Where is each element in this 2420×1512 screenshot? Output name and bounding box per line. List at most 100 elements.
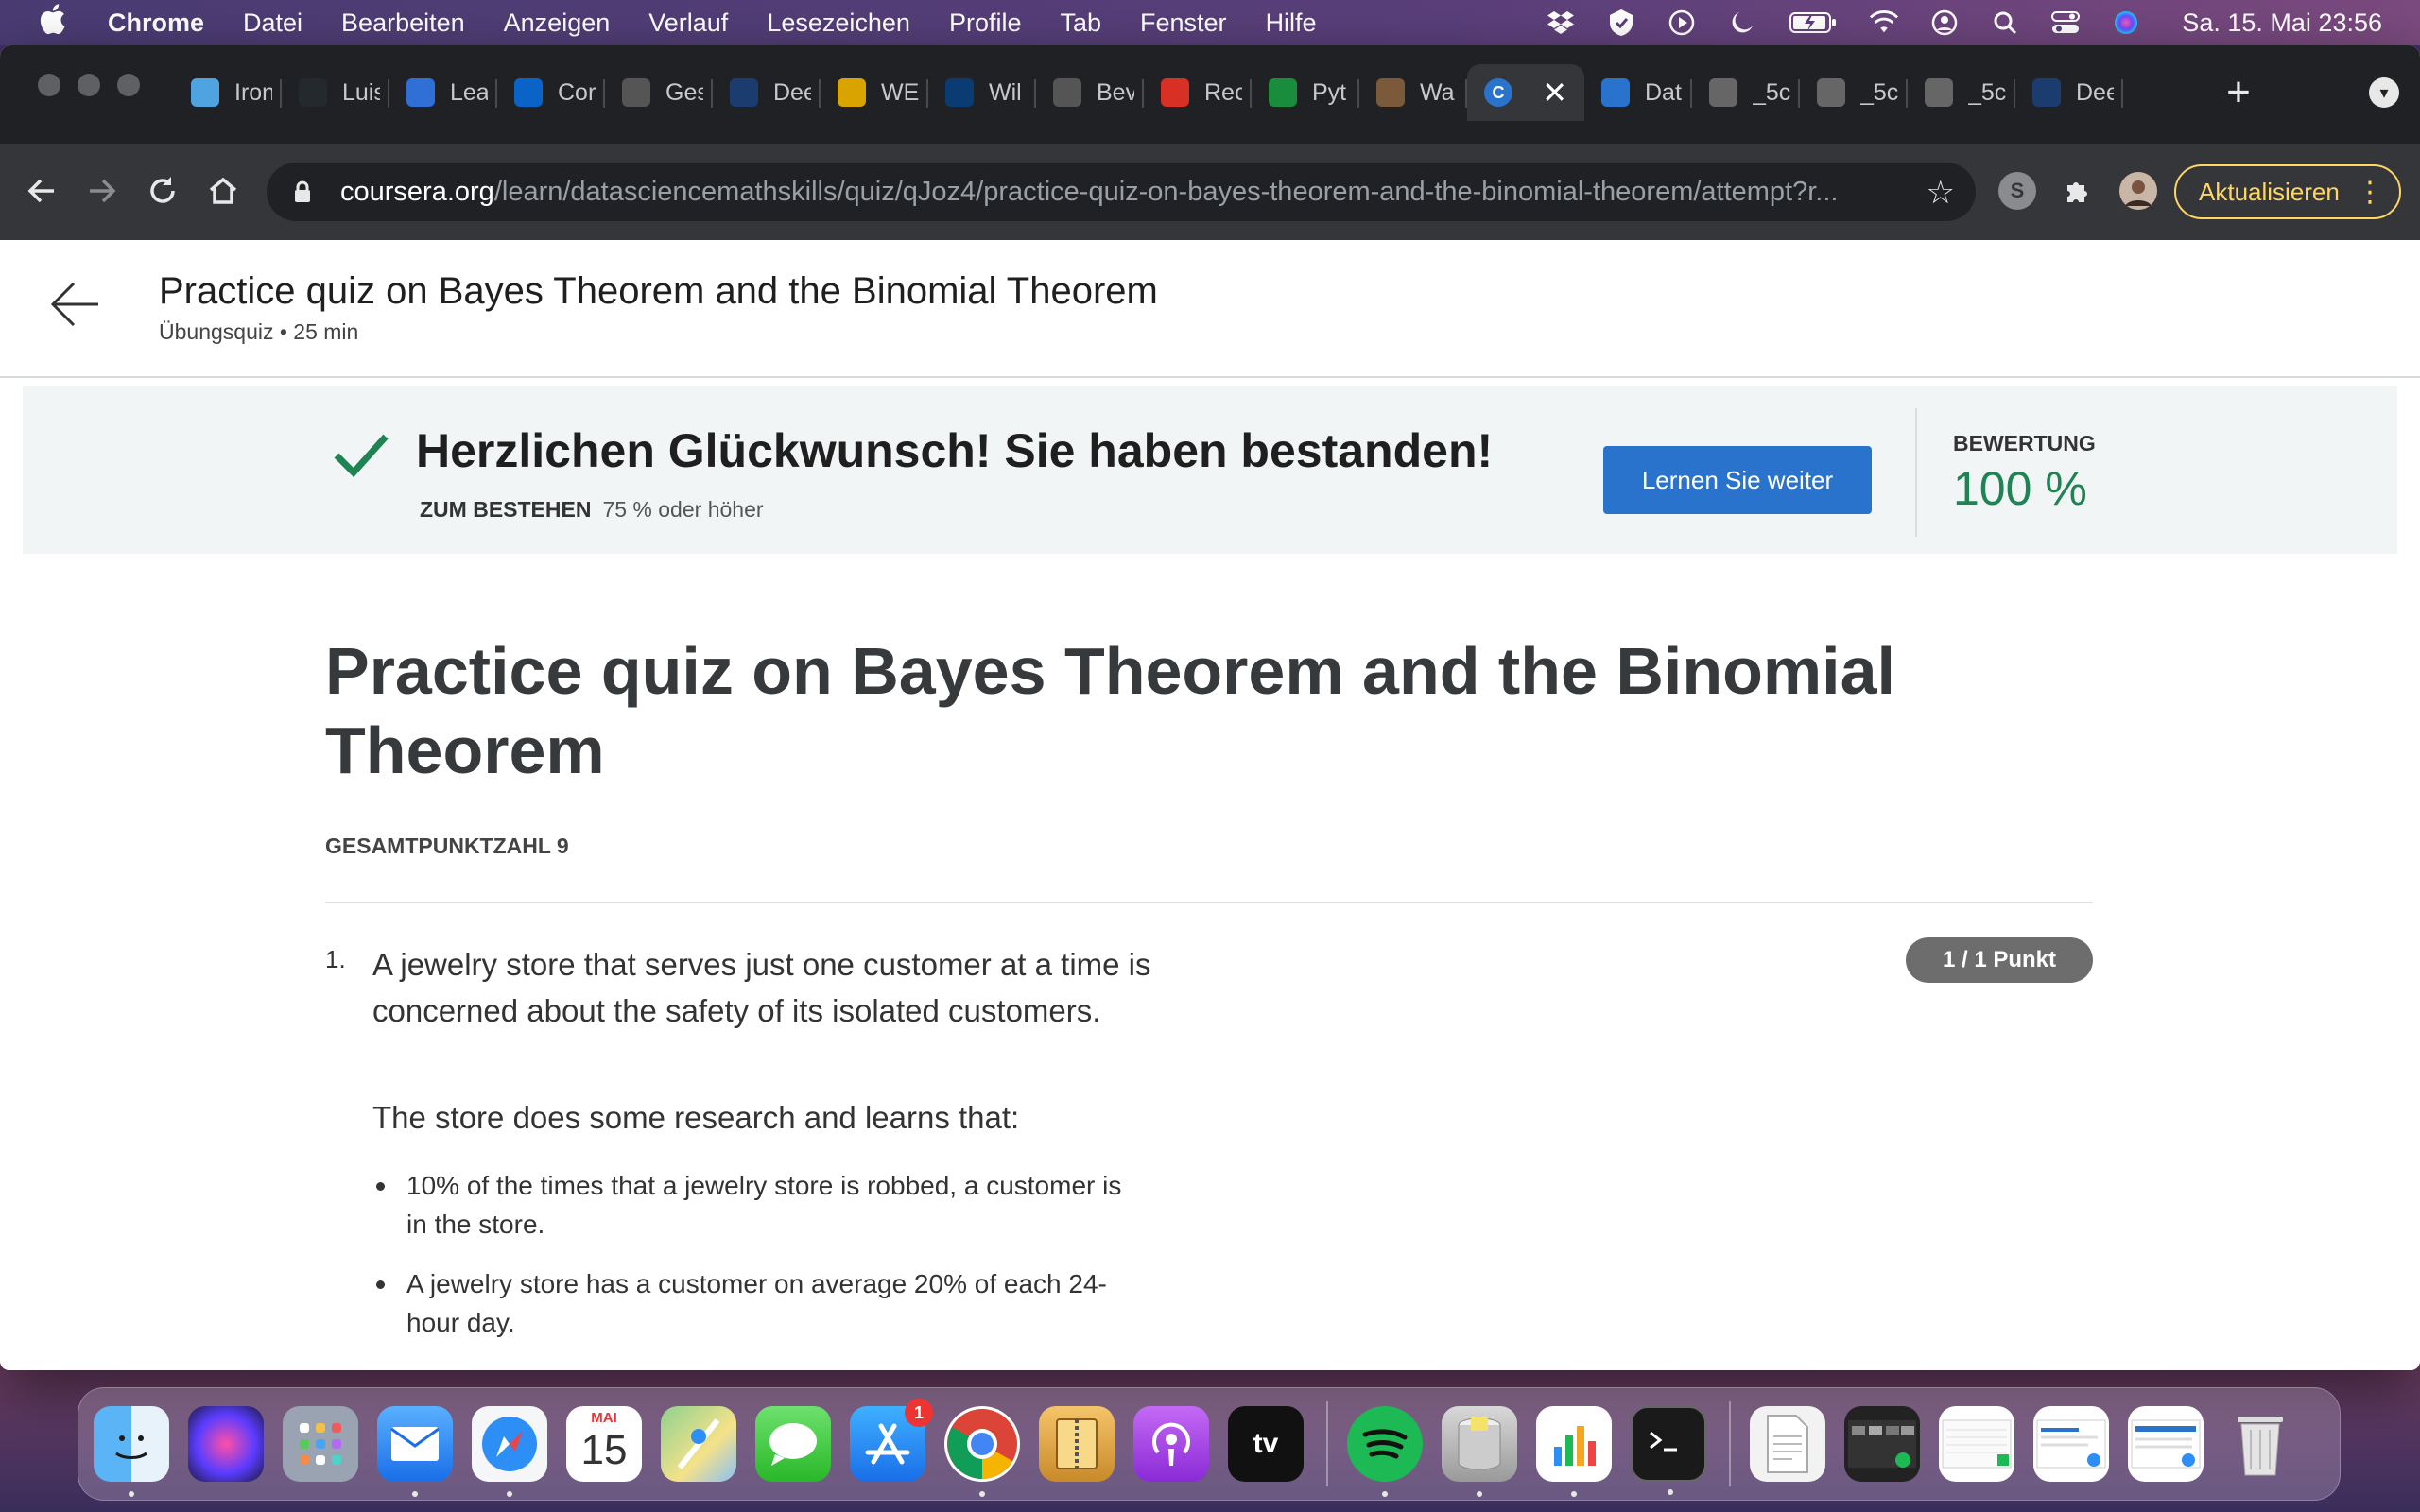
menu-bearbeiten[interactable]: Bearbeiten (341, 9, 465, 38)
update-chrome-button[interactable]: Aktualisieren ⋮ (2174, 164, 2401, 219)
tab-item[interactable]: _5c (1908, 64, 2015, 121)
tab-item[interactable]: Iron (174, 64, 282, 121)
tab-strip: Iron Luis Lea Cor Ges Dee WE Wil Bev Rec Pyt Wa C ✕ Da… (0, 45, 2420, 144)
tab-item[interactable]: Dee (713, 64, 821, 121)
tab-item[interactable]: _5c (1692, 64, 1800, 121)
mail-icon[interactable] (377, 1406, 453, 1497)
menu-verlauf[interactable]: Verlauf (648, 9, 728, 38)
dropbox-icon[interactable] (1547, 9, 1575, 37)
grade-label: BEWERTUNG (1953, 431, 2096, 455)
close-tab-icon[interactable]: ✕ (1542, 75, 1567, 111)
moon-icon[interactable] (1728, 9, 1756, 37)
tab-favicon-icon (622, 78, 650, 107)
tab-item[interactable]: Ges (605, 64, 713, 121)
calendar-icon[interactable]: MAI 15 (566, 1406, 642, 1482)
tab-item[interactable]: Dee (2015, 64, 2123, 121)
tab-item[interactable]: Bev (1036, 64, 1144, 121)
dock: MAI 15 1 tv (78, 1387, 2341, 1501)
window-controls (38, 74, 140, 96)
screenshot-thumbnail-3[interactable] (2033, 1406, 2109, 1482)
bookmark-star-icon[interactable]: ☆ (1927, 174, 1955, 212)
url-text[interactable]: coursera.org/learn/datasciencemathskills… (340, 177, 1928, 208)
back-button[interactable] (15, 164, 68, 217)
menu-tab[interactable]: Tab (1060, 9, 1101, 38)
terminal-icon[interactable] (1631, 1406, 1706, 1495)
vpn-shield-icon[interactable] (1607, 9, 1635, 37)
extensions-puzzle-icon[interactable] (2059, 172, 2097, 210)
clock[interactable]: Sa. 15. Mai 23:56 (2182, 9, 2382, 38)
tab-item[interactable]: Pyt (1252, 64, 1359, 121)
screenshot-thumbnail-2[interactable] (1939, 1406, 2014, 1482)
tab-favicon-icon (1376, 78, 1405, 107)
menu-app-name[interactable]: Chrome (108, 9, 204, 38)
spotlight-search-icon[interactable] (1991, 9, 2019, 37)
tab-item[interactable]: Cor (497, 64, 605, 121)
tab-item[interactable]: Dat (1584, 64, 1692, 121)
play-circle-icon[interactable] (1668, 9, 1696, 37)
lock-icon[interactable] (289, 179, 316, 205)
app-store-icon[interactable]: 1 (850, 1399, 933, 1482)
tab-item[interactable]: Wil (928, 64, 1036, 121)
safari-icon[interactable] (472, 1406, 547, 1497)
numbers-icon[interactable] (1536, 1406, 1612, 1497)
new-tab-button[interactable]: + (2210, 64, 2267, 121)
control-center-icon[interactable] (2051, 9, 2081, 37)
tab-search-button[interactable]: ▾ (2369, 77, 2399, 108)
address-bar[interactable]: coursera.org/learn/datasciencemathskills… (267, 163, 1976, 221)
document-icon[interactable] (1750, 1406, 1825, 1482)
menu-fenster[interactable]: Fenster (1140, 9, 1227, 38)
question-facts-list: 10% of the times that a jewelry store is… (372, 1166, 1507, 1370)
menu-lesezeichen[interactable]: Lesezeichen (767, 9, 910, 38)
browser-window: Iron Luis Lea Cor Ges Dee WE Wil Bev Rec Pyt Wa C ✕ Da… (0, 45, 2420, 1370)
apple-menu-icon[interactable] (38, 3, 76, 43)
siri-app-icon[interactable] (188, 1406, 264, 1482)
menu-datei[interactable]: Datei (243, 9, 302, 38)
tab-item[interactable]: _5c (1800, 64, 1908, 121)
archive-utility-icon[interactable] (1039, 1406, 1115, 1482)
result-banner: Herzlichen Glückwunsch! Sie haben bestan… (23, 386, 2397, 554)
tab-favicon-icon (1709, 78, 1737, 107)
wifi-icon[interactable] (1870, 9, 1899, 37)
tab-item[interactable]: Luis (282, 64, 389, 121)
user-account-icon[interactable] (1930, 9, 1959, 37)
running-indicator (1571, 1491, 1577, 1497)
more-menu-icon[interactable]: ⋮ (2356, 176, 2384, 209)
finder-icon[interactable] (94, 1406, 169, 1497)
trash-icon[interactable] (2222, 1406, 2298, 1482)
back-arrow-icon[interactable] (49, 278, 106, 335)
messages-icon[interactable] (755, 1406, 831, 1482)
sequel-database-icon[interactable] (1442, 1406, 1517, 1497)
tab-label: WE (881, 78, 919, 106)
podcasts-icon[interactable] (1133, 1406, 1209, 1482)
continue-learning-button[interactable]: Lernen Sie weiter (1603, 446, 1872, 514)
home-icon[interactable] (197, 164, 250, 217)
menu-bar: Chrome Datei Bearbeiten Anzeigen Verlauf… (0, 0, 2420, 45)
tab-item[interactable]: Rec (1144, 64, 1252, 121)
battery-icon[interactable] (1789, 9, 1838, 37)
chrome-icon[interactable] (944, 1406, 1020, 1497)
screenshot-thumbnail-1[interactable] (1844, 1406, 1920, 1482)
minimize-window-button[interactable] (78, 74, 100, 96)
tab-item[interactable]: WE (821, 64, 928, 121)
fullscreen-window-button[interactable] (117, 74, 140, 96)
siri-icon[interactable] (2112, 9, 2140, 37)
screenshot-thumbnail-4[interactable] (2128, 1406, 2204, 1482)
menu-profile[interactable]: Profile (949, 9, 1022, 38)
question-points-badge: 1 / 1 Punkt (1906, 937, 2093, 983)
forward-button[interactable] (76, 164, 129, 217)
tab-item[interactable]: Wa (1359, 64, 1467, 121)
tab-favicon-icon (1925, 78, 1953, 107)
maps-icon[interactable] (661, 1406, 736, 1482)
apple-tv-icon[interactable]: tv (1228, 1406, 1304, 1482)
launchpad-icon[interactable] (283, 1406, 358, 1482)
tab-active[interactable]: C ✕ (1467, 64, 1584, 121)
menu-hilfe[interactable]: Hilfe (1266, 9, 1317, 38)
spotify-icon[interactable] (1347, 1406, 1423, 1497)
close-window-button[interactable] (38, 74, 60, 96)
menu-anzeigen[interactable]: Anzeigen (504, 9, 611, 38)
coursera-favicon-icon: C (1484, 78, 1512, 107)
reload-icon[interactable] (136, 164, 189, 217)
skype-extension-icon[interactable]: S (1998, 172, 2036, 210)
profile-avatar[interactable] (2119, 172, 2157, 210)
tab-item[interactable]: Lea (389, 64, 497, 121)
